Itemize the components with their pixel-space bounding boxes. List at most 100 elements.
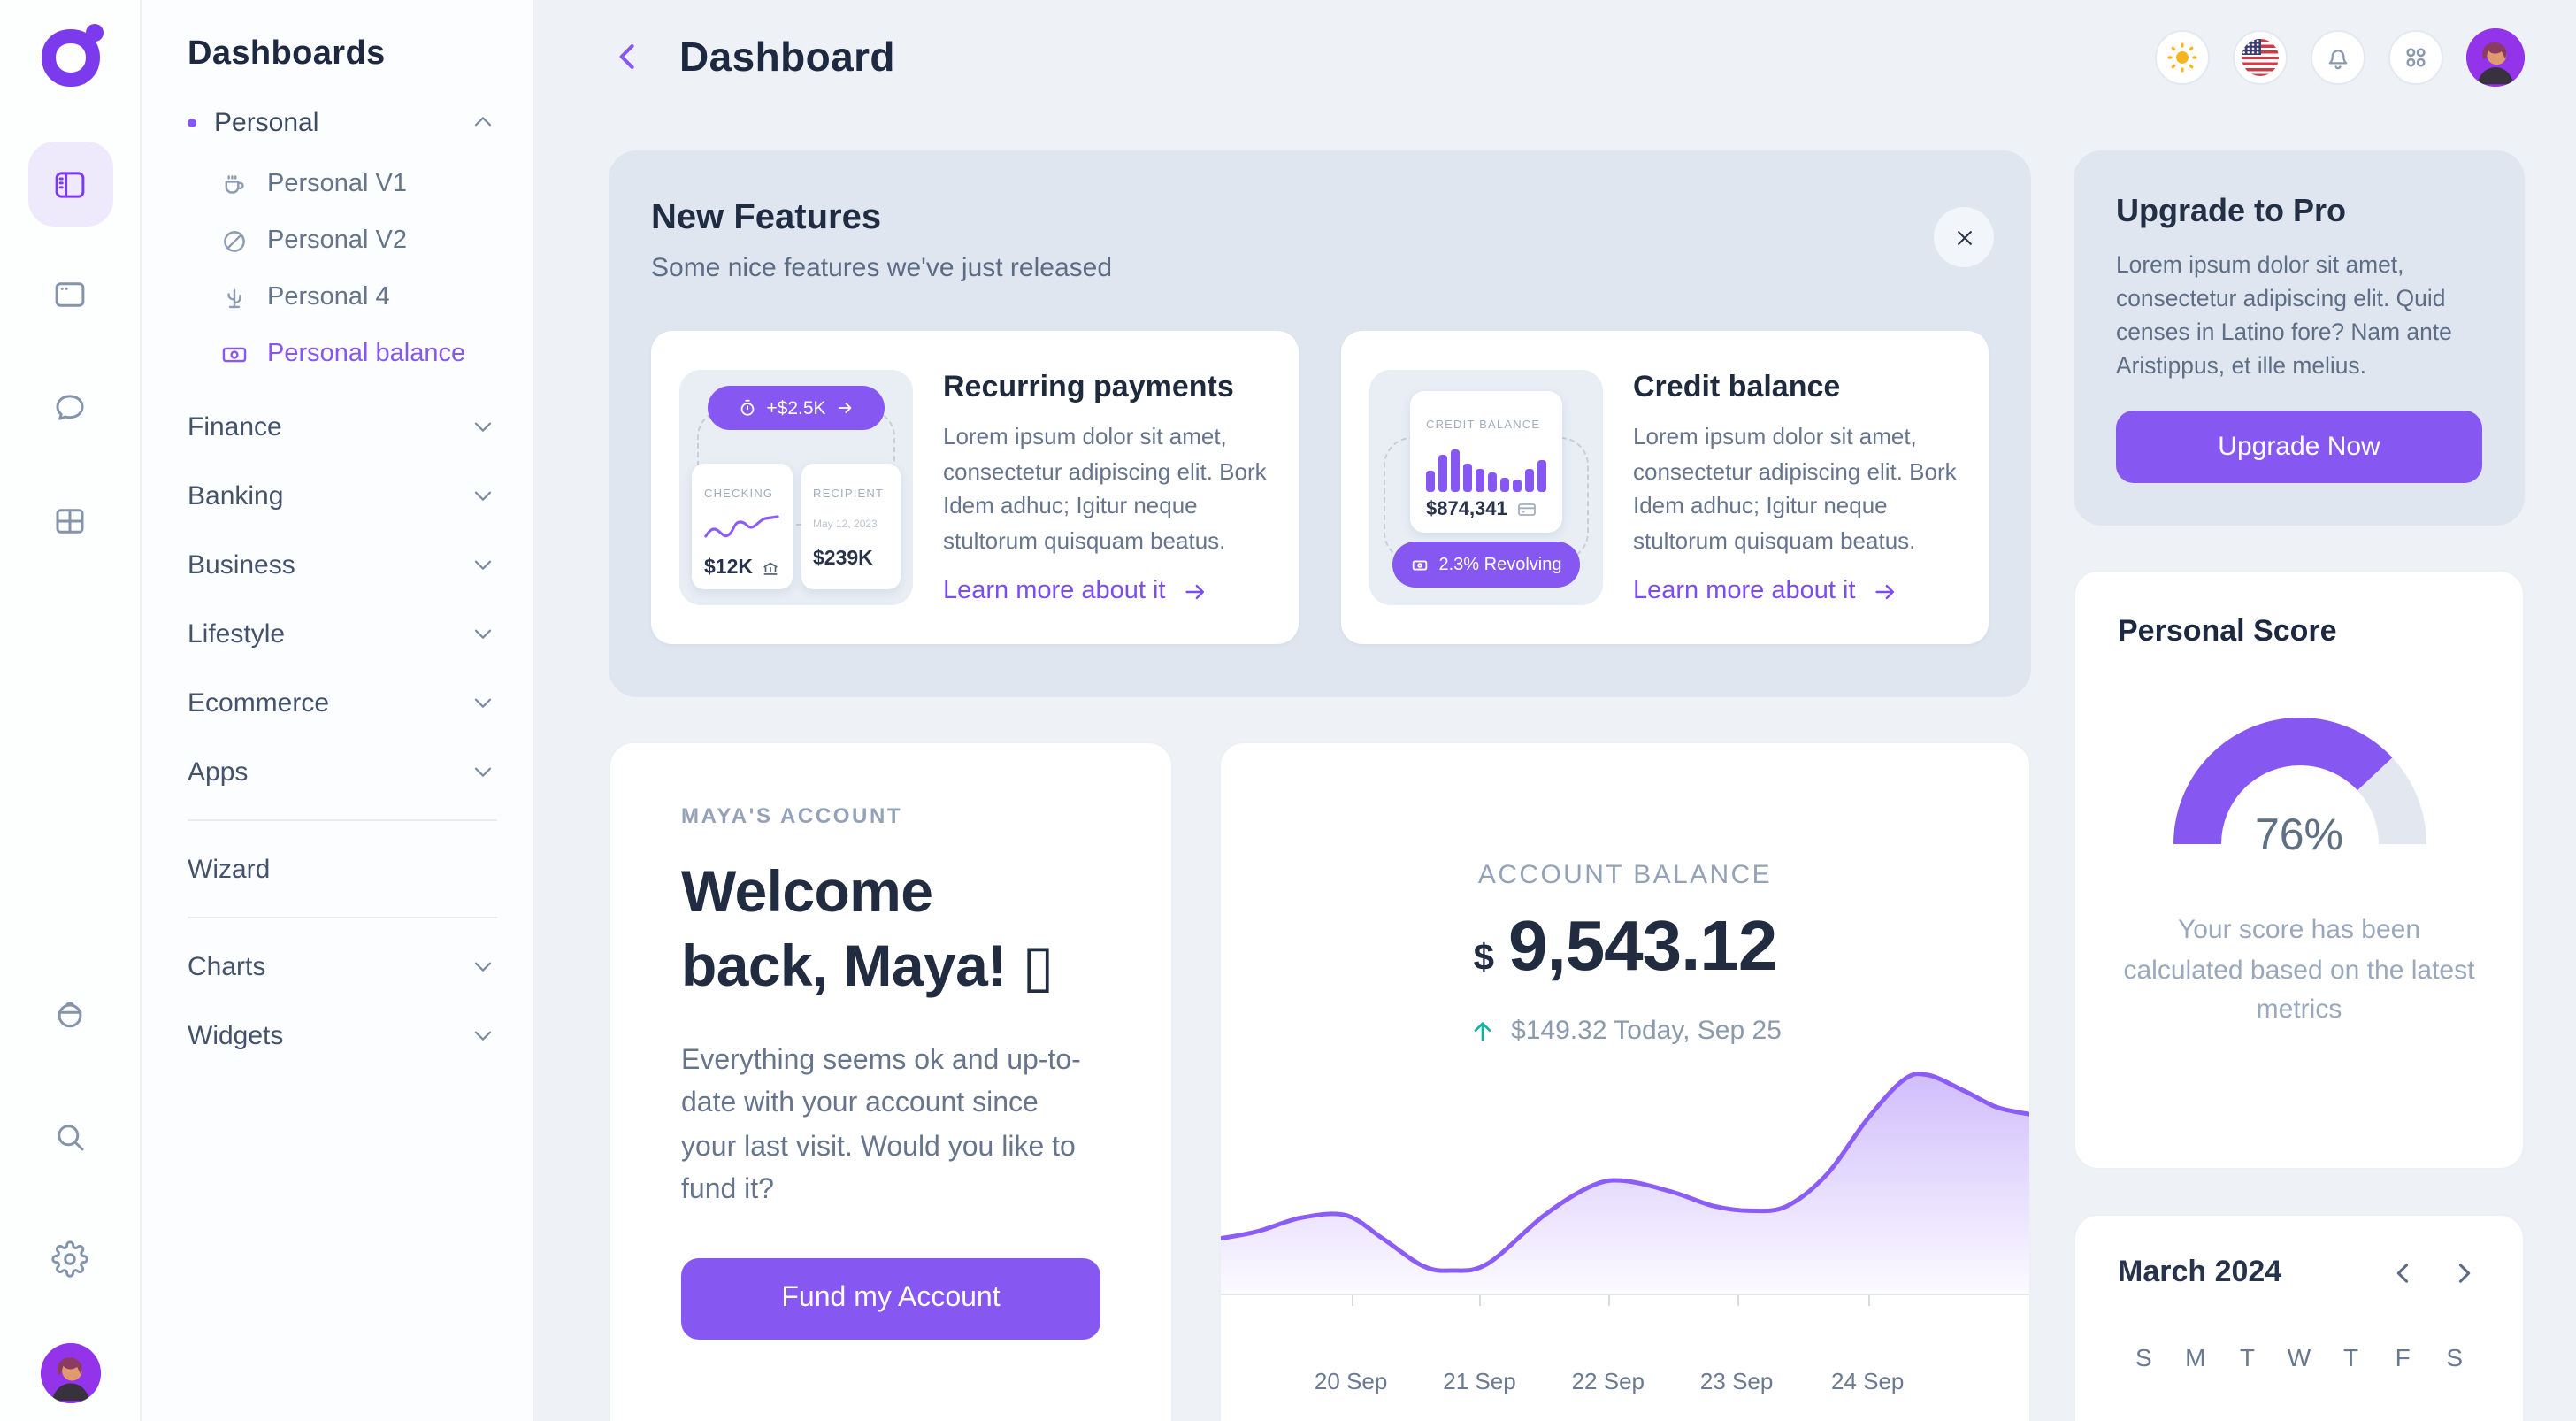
rail-item-search[interactable] [49, 1115, 91, 1157]
axis-tick-label: 23 Sep [1700, 1368, 1773, 1394]
main-area: Dashboard [534, 0, 2576, 1421]
chevDown-icon [469, 757, 497, 786]
brand-logo-icon [33, 21, 107, 96]
chevDown-icon [469, 1021, 497, 1049]
gear-icon [51, 1240, 88, 1277]
feature-card-credit-balance: CREDIT BALANCE $874,341 2.3% Re [1341, 331, 1989, 644]
feature-body: Lorem ipsum dolor sit amet, consectetur … [1633, 419, 1960, 557]
banner-subtitle: Some nice features we've just released [651, 253, 1989, 283]
learn-more-link[interactable]: Learn more about it [943, 577, 1270, 605]
credit-card-icon [1516, 499, 1537, 520]
calendar-title: March 2024 [2118, 1255, 2281, 1290]
sidebar-item-personal-balance[interactable]: Personal balance [188, 326, 497, 382]
close-icon [1951, 224, 1977, 250]
sidebar: Dashboards PersonalPersonal V1Personal V… [142, 0, 534, 1421]
score-percent: 76% [2158, 810, 2441, 862]
calendar-card: March 2024 SMTWTFS [2074, 1214, 2525, 1421]
calendar-day-header: W [2273, 1343, 2326, 1371]
window-icon [51, 275, 88, 312]
welcome-card: MAYA'S ACCOUNT Welcomeback, Maya! ▯ Ever… [609, 741, 1173, 1421]
axis-tick-label: 20 Sep [1315, 1368, 1387, 1394]
back-button[interactable] [609, 35, 651, 78]
coffee-icon [219, 169, 249, 199]
calendar-next-button[interactable] [2449, 1256, 2480, 1288]
chat-icon [51, 388, 88, 426]
nut-icon [51, 995, 88, 1033]
axis-tick-label: 22 Sep [1572, 1368, 1644, 1394]
sidebar-item-apps[interactable]: Apps [188, 747, 497, 796]
feature-title: Credit balance [1633, 370, 1960, 405]
sidebar-item-lifestyle[interactable]: Lifestyle [188, 609, 497, 658]
rail-item-apps[interactable] [34, 485, 105, 556]
pie-icon [219, 226, 249, 256]
axis-tick [1351, 1295, 1353, 1306]
chevDown-icon [469, 688, 497, 717]
axis-tick [1608, 1295, 1610, 1306]
sidebar-item-personal[interactable]: Personal [188, 92, 497, 152]
upgrade-card: Upgrade to Pro Lorem ipsum dolor sit ame… [2074, 150, 2525, 526]
notifications-button[interactable] [2311, 29, 2365, 84]
sidebar-item-finance[interactable]: Finance [188, 402, 497, 451]
sidebar-item-charts[interactable]: Charts [188, 941, 497, 991]
rail-item-settings[interactable] [49, 1237, 91, 1279]
score-title: Personal Score [2118, 614, 2480, 649]
icon-rail [0, 0, 142, 1421]
rail-item-nut[interactable] [49, 993, 91, 1035]
score-gauge: 76% [2158, 703, 2441, 851]
balance-delta: $149.32 Today, Sep 25 [1221, 1016, 2029, 1046]
rail-avatar[interactable] [40, 1343, 100, 1403]
axis-tick-label: 24 Sep [1831, 1368, 1904, 1394]
sidebar-item-business[interactable]: Business [188, 540, 497, 589]
chevron-left-icon [2388, 1257, 2419, 1287]
sidebar-item-personal-v2[interactable]: Personal V2 [188, 212, 497, 269]
sidebar-item-banking[interactable]: Banking [188, 471, 497, 520]
axis-tick [1479, 1295, 1481, 1306]
credit-mini-bar-chart [1426, 446, 1546, 492]
learn-more-link[interactable]: Learn more about it [1633, 577, 1960, 605]
sidebar-item-widgets[interactable]: Widgets [188, 1010, 497, 1060]
new-features-banner: New Features Some nice features we've ju… [609, 150, 2031, 697]
money-icon [1411, 555, 1430, 574]
revolving-pill: 2.3% Revolving [1392, 542, 1580, 588]
language-button[interactable] [2233, 29, 2288, 84]
chevUp-icon [469, 108, 497, 136]
upgrade-title: Upgrade to Pro [2116, 193, 2482, 230]
profile-avatar[interactable] [2466, 27, 2525, 86]
arrow-right-icon [1872, 578, 1898, 604]
grid-icon [51, 502, 88, 539]
balance-area-chart: 20 Sep21 Sep22 Sep23 Sep24 Sep [1221, 1064, 2029, 1421]
sidebar-item-personal-v1[interactable]: Personal V1 [188, 156, 497, 212]
rail-item-messages[interactable] [34, 372, 105, 442]
rail-item-pages[interactable] [34, 258, 105, 329]
rail-item-dashboards[interactable] [27, 142, 112, 227]
sidebar-item-ecommerce[interactable]: Ecommerce [188, 678, 497, 727]
banknote-icon [219, 339, 249, 369]
chevDown-icon [469, 481, 497, 510]
credit-balance-mini-card: CREDIT BALANCE $874,341 [1410, 391, 1562, 533]
topbar-actions [2155, 27, 2525, 86]
feature-title: Recurring payments [943, 370, 1270, 405]
sidebar-item-personal-4[interactable]: Personal 4 [188, 269, 497, 326]
fund-account-button[interactable]: Fund my Account [681, 1259, 1100, 1340]
bank-icon [760, 558, 779, 578]
sidebar-item-wizard[interactable]: Wizard [188, 844, 497, 894]
balance-amount: $ 9,543.12 [1221, 908, 2029, 987]
personal-score-card: Personal Score 76% Your score has been c… [2074, 570, 2525, 1170]
account-eyebrow: MAYA'S ACCOUNT [681, 803, 1100, 828]
chevDown-icon [469, 952, 497, 980]
upgrade-now-button[interactable]: Upgrade Now [2116, 411, 2482, 483]
theme-toggle-button[interactable] [2155, 29, 2210, 84]
apps-grid-icon [2401, 42, 2431, 72]
sidebar-divider [188, 819, 497, 821]
wave-emoji: ▯ [1022, 930, 1054, 999]
feature-body: Lorem ipsum dolor sit amet, consectetur … [943, 419, 1270, 557]
apps-button[interactable] [2388, 29, 2443, 84]
search-icon [51, 1118, 88, 1155]
banner-title: New Features [651, 198, 1989, 239]
calendar-prev-button[interactable] [2388, 1256, 2420, 1288]
chevDown-icon [469, 412, 497, 441]
cactus-icon [219, 282, 249, 312]
close-banner-button[interactable] [1934, 207, 1994, 267]
calendar-day-header: F [2377, 1343, 2429, 1371]
x-axis [1221, 1294, 2029, 1295]
